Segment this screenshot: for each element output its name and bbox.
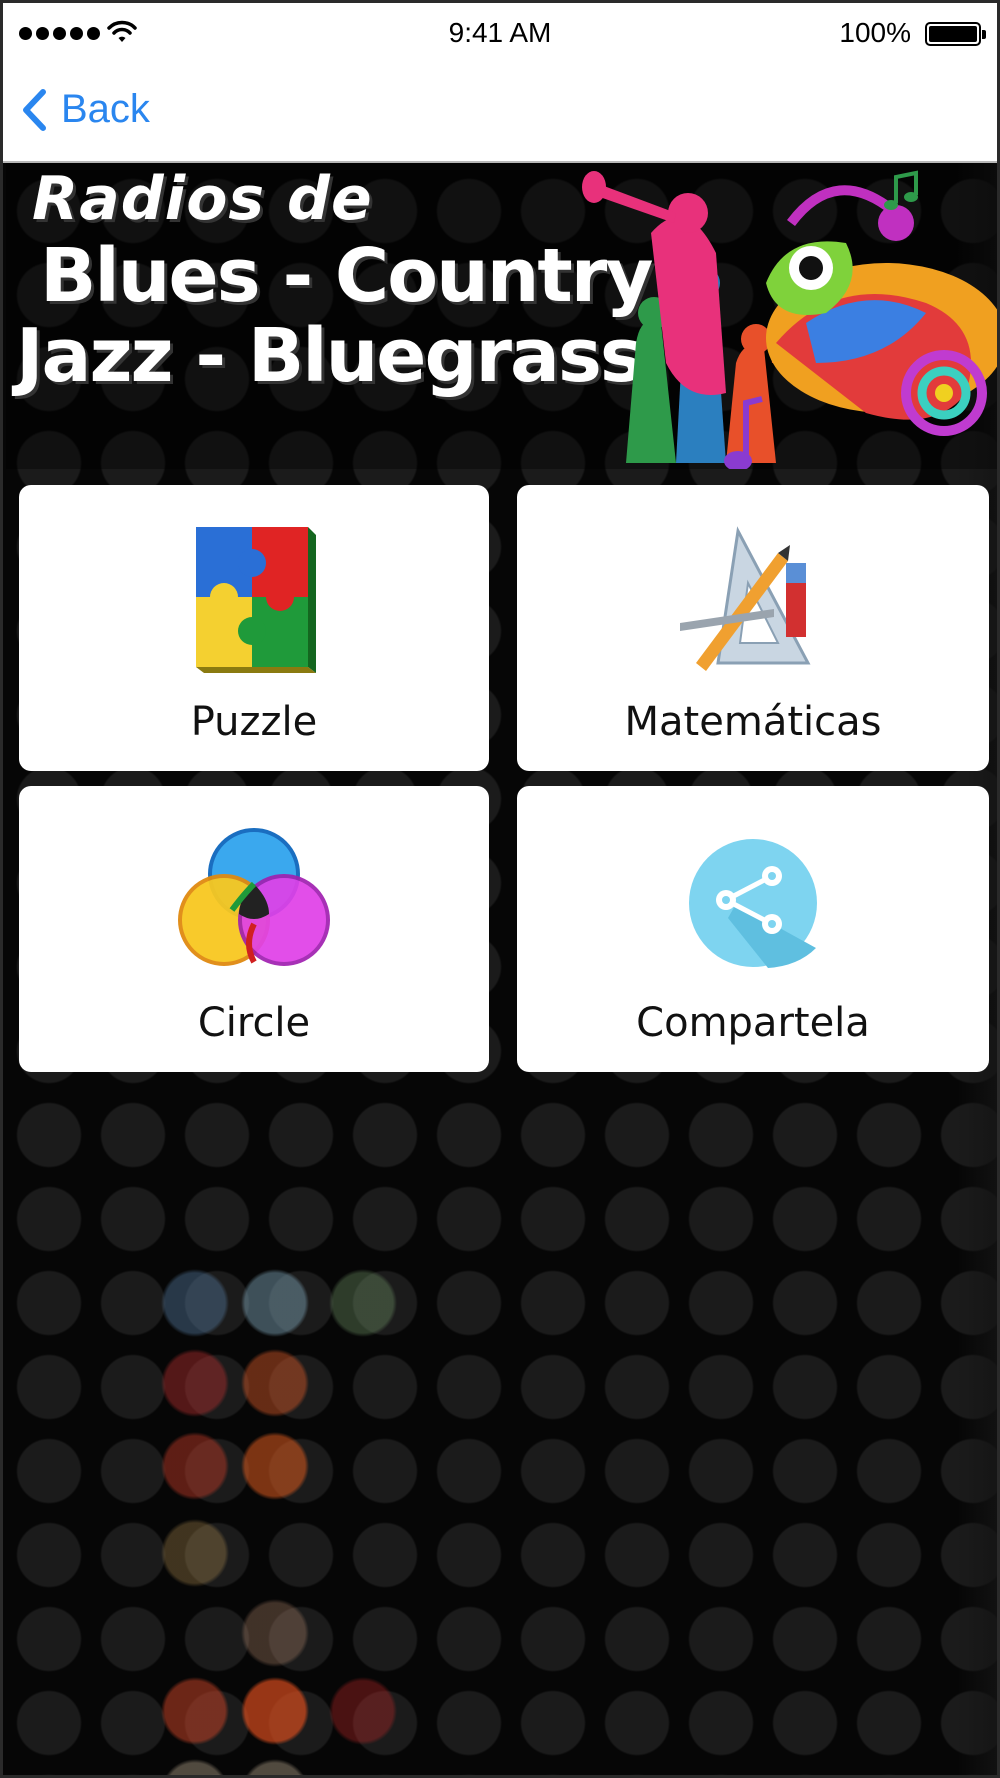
app-screen: 9:41 AM 100% Back Radios de Blues - Coun… <box>0 0 1000 1778</box>
status-bar: 9:41 AM 100% <box>3 3 997 63</box>
banner-title: Radios de Blues - Country Jazz - Bluegra… <box>16 164 654 399</box>
header-banner: Radios de Blues - Country Jazz - Bluegra… <box>6 163 997 469</box>
puzzle-icon <box>196 527 316 673</box>
navigation-bar: Back <box>3 63 997 163</box>
share-icon <box>689 839 817 968</box>
battery-percentage: 100% <box>839 17 911 48</box>
banner-title-line1: Radios de <box>32 164 373 234</box>
menu-card-matematicas[interactable]: Matemáticas <box>517 485 989 771</box>
battery-icon <box>925 22 986 46</box>
back-label: Back <box>61 87 150 131</box>
menu-card-label: Compartela <box>636 1000 870 1046</box>
banner-title-line2: Blues - Country <box>40 233 654 319</box>
math-tools-icon <box>680 526 811 671</box>
menu-card-puzzle[interactable]: Puzzle <box>19 485 489 771</box>
color-circles-icon <box>178 828 330 966</box>
menu-card-label: Circle <box>197 1000 311 1046</box>
musicians-chameleon-illustration <box>582 170 997 469</box>
menu-card-label: Puzzle <box>190 699 318 745</box>
back-button[interactable]: Back <box>21 87 150 132</box>
banner-title-line3: Jazz - Bluegrass <box>16 313 644 399</box>
menu-card-label: Matemáticas <box>624 699 882 745</box>
menu-card-compartela[interactable]: Compartela <box>517 786 989 1072</box>
chevron-left-icon <box>23 88 46 131</box>
menu-card-circle[interactable]: Circle <box>19 786 489 1072</box>
